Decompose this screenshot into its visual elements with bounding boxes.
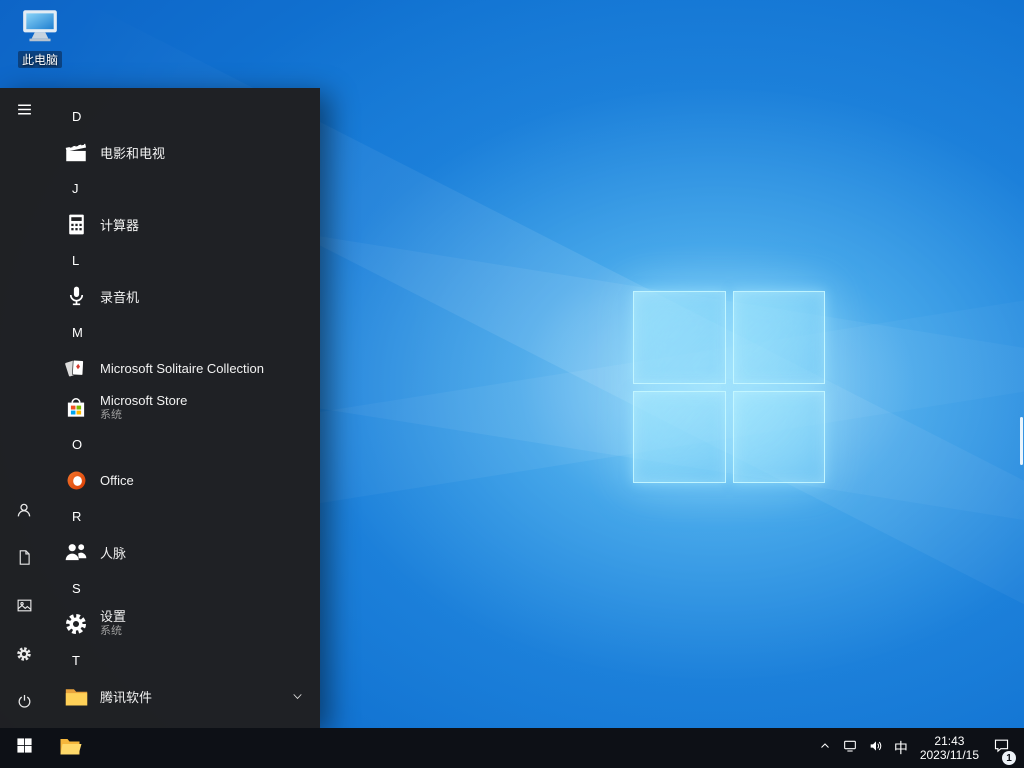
input-method-indicator[interactable]: 中 xyxy=(889,728,913,768)
speaker-icon xyxy=(868,738,884,759)
notification-badge: 1 xyxy=(1002,751,1016,765)
letter-group-w[interactable]: W xyxy=(48,716,320,729)
letter-group-m[interactable]: M xyxy=(48,316,320,348)
windows-wallpaper-logo xyxy=(633,291,825,483)
letter-group-r[interactable]: R xyxy=(48,500,320,532)
app-item-voice-recorder[interactable]: 录音机 xyxy=(48,276,320,316)
app-item-tencent-folder[interactable]: 腾讯软件 xyxy=(48,676,320,716)
pictures-icon xyxy=(16,597,33,619)
file-explorer-icon xyxy=(58,734,82,763)
app-item-microsoft-store[interactable]: Microsoft Store 系统 xyxy=(48,388,320,428)
app-sublabel: 系统 xyxy=(100,625,122,637)
this-pc-desktop-icon[interactable]: 此电脑 xyxy=(8,8,72,68)
app-item-solitaire[interactable]: Microsoft Solitaire Collection xyxy=(48,348,320,388)
windows-logo-icon xyxy=(16,737,33,759)
chevron-down-icon[interactable] xyxy=(291,690,304,703)
app-item-people[interactable]: 人脉 xyxy=(48,532,320,572)
system-tray: 中 21:43 2023/11/15 1 xyxy=(813,728,1024,768)
voice-recorder-icon xyxy=(60,280,92,312)
taskbar: 中 21:43 2023/11/15 1 xyxy=(0,728,1024,768)
this-pc-icon xyxy=(20,8,60,49)
office-icon xyxy=(60,464,92,496)
letter-group-d[interactable]: D xyxy=(48,100,320,132)
file-explorer-taskbar-button[interactable] xyxy=(48,728,92,768)
solitaire-icon xyxy=(60,352,92,384)
network-tray-button[interactable] xyxy=(837,728,863,768)
volume-tray-button[interactable] xyxy=(863,728,889,768)
network-icon xyxy=(842,738,858,759)
user-icon xyxy=(15,501,33,524)
app-item-calculator[interactable]: 计算器 xyxy=(48,204,320,244)
tray-overflow-button[interactable] xyxy=(813,728,837,768)
start-menu-app-list: D 电影和电视 J 计算器 L 录音机 M Microsoft Solitair… xyxy=(48,88,320,728)
letter-group-t[interactable]: T xyxy=(48,644,320,676)
taskbar-clock[interactable]: 21:43 2023/11/15 xyxy=(913,734,986,762)
movies-tv-icon xyxy=(60,136,92,168)
logo-pane xyxy=(732,390,825,483)
logo-pane xyxy=(633,291,726,384)
logo-pane xyxy=(633,390,726,483)
clock-time: 21:43 xyxy=(934,734,965,748)
letter-group-j[interactable]: J xyxy=(48,172,320,204)
settings-rail-button[interactable] xyxy=(0,632,48,680)
folder-icon xyxy=(60,680,92,712)
gear-icon xyxy=(15,645,33,668)
letter-group-o[interactable]: O xyxy=(48,428,320,460)
edge-scrollbar-thumb[interactable] xyxy=(1020,417,1023,465)
start-menu: D 电影和电视 J 计算器 L 录音机 M Microsoft Solitair… xyxy=(0,88,320,728)
settings-gear-icon xyxy=(60,608,92,640)
power-icon xyxy=(16,693,33,715)
logo-pane xyxy=(732,291,825,384)
chevron-up-icon xyxy=(819,739,831,757)
letter-group-s[interactable]: S xyxy=(48,572,320,604)
clock-date: 2023/11/15 xyxy=(919,748,979,762)
user-account-button[interactable] xyxy=(0,488,48,536)
calculator-icon xyxy=(60,208,92,240)
this-pc-label: 此电脑 xyxy=(17,51,62,68)
app-item-office[interactable]: Office xyxy=(48,460,320,500)
pictures-button[interactable] xyxy=(0,584,48,632)
app-sublabel: 系统 xyxy=(100,409,122,421)
start-button[interactable] xyxy=(0,728,48,768)
start-menu-expand-button[interactable] xyxy=(0,88,48,136)
letter-group-l[interactable]: L xyxy=(48,244,320,276)
hamburger-icon xyxy=(16,101,33,123)
app-item-settings[interactable]: 设置 系统 xyxy=(48,604,320,644)
store-icon xyxy=(60,392,92,424)
start-menu-rail xyxy=(0,88,48,728)
action-center-button[interactable]: 1 xyxy=(986,728,1016,768)
document-icon xyxy=(16,549,33,571)
documents-button[interactable] xyxy=(0,536,48,584)
app-item-movies-tv[interactable]: 电影和电视 xyxy=(48,132,320,172)
power-button[interactable] xyxy=(0,680,48,728)
people-icon xyxy=(60,536,92,568)
